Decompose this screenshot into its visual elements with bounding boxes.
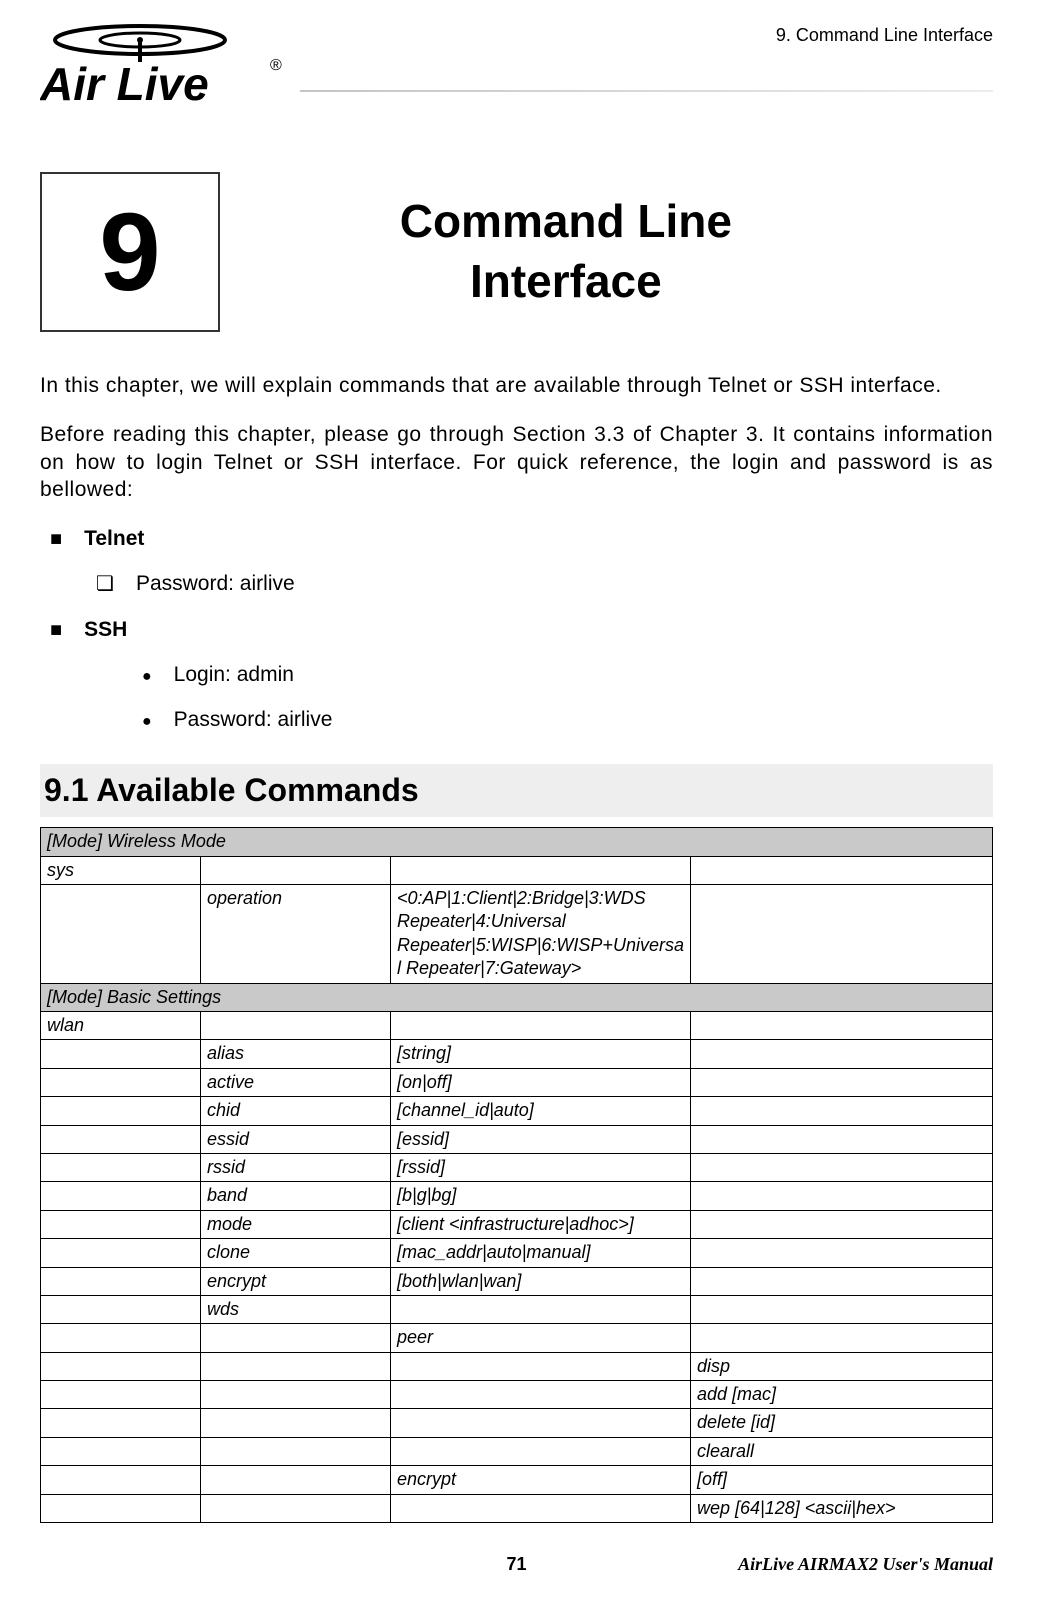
header-separator (300, 90, 993, 92)
table-row: alias[string] (41, 1040, 993, 1068)
chapter-number-box: 9 (40, 172, 220, 332)
intro-paragraph-1: In this chapter, we will explain command… (40, 372, 993, 399)
section-heading: 9.1 Available Commands (40, 764, 993, 818)
ssh-heading: SSH (50, 616, 993, 643)
svg-text:Air Live: Air Live (40, 58, 209, 110)
intro-paragraph-2: Before reading this chapter, please go t… (40, 421, 993, 503)
command-table: [Mode] Wireless Mode sys operation<0:AP|… (40, 827, 993, 1523)
table-mode-header: [Mode] Wireless Mode (41, 828, 993, 856)
table-row: encrypt[off] (41, 1466, 993, 1494)
chapter-title: Command Line Interface (286, 192, 846, 312)
telnet-heading: Telnet (50, 525, 993, 552)
cmd-operation: operation (201, 885, 391, 984)
table-row: wep [64|128] <ascii|hex> (41, 1494, 993, 1522)
mode-wireless-header: [Mode] Wireless Mode (41, 828, 993, 856)
table-row: active[on|off] (41, 1068, 993, 1096)
chapter-title-line1: Command Line (400, 195, 732, 247)
svg-text:®: ® (270, 57, 282, 74)
footer-page-number: 71 (358, 1553, 676, 1576)
table-row: wds (41, 1295, 993, 1323)
table-row: rssid[rssid] (41, 1153, 993, 1181)
header-breadcrumb: 9. Command Line Interface (776, 20, 993, 47)
table-row: sys (41, 856, 993, 884)
telnet-password: Password: airlive (50, 570, 993, 597)
footer-manual-title: AirLive AIRMAX2 User's Manual (675, 1553, 993, 1576)
ssh-login: Login: admin (50, 661, 993, 688)
table-row: mode[client <infrastructure|adhoc>] (41, 1210, 993, 1238)
table-row: add [mac] (41, 1381, 993, 1409)
table-row: clone[mac_addr|auto|manual] (41, 1239, 993, 1267)
airlive-logo-icon: Air Live ® (40, 20, 300, 110)
cmd-operation-args: <0:AP|1:Client|2:Bridge|3:WDS Repeater|4… (391, 885, 691, 984)
table-row: peer (41, 1324, 993, 1352)
table-row: disp (41, 1352, 993, 1380)
logo: Air Live ® (40, 20, 300, 110)
table-row: chid[channel_id|auto] (41, 1097, 993, 1125)
table-row: essid[essid] (41, 1125, 993, 1153)
mode-basic-header: [Mode] Basic Settings (41, 983, 993, 1011)
table-row: wlan (41, 1012, 993, 1040)
table-row: delete [id] (41, 1409, 993, 1437)
table-mode-header: [Mode] Basic Settings (41, 983, 993, 1011)
credential-list: Telnet Password: airlive SSH Login: admi… (40, 525, 993, 733)
chapter-title-line2: Interface (470, 255, 662, 307)
page-footer: 71 AirLive AIRMAX2 User's Manual (40, 1553, 993, 1576)
cmd-wlan: wlan (41, 1012, 201, 1040)
page-header: Air Live ® 9. Command Line Interface (40, 20, 993, 110)
table-row: operation<0:AP|1:Client|2:Bridge|3:WDS R… (41, 885, 993, 984)
cmd-sys: sys (41, 856, 201, 884)
table-row: encrypt[both|wlan|wan] (41, 1267, 993, 1295)
table-row: band[b|g|bg] (41, 1182, 993, 1210)
ssh-password: Password: airlive (50, 706, 993, 733)
table-row: clearall (41, 1437, 993, 1465)
chapter-heading: 9 Command Line Interface (40, 172, 993, 332)
